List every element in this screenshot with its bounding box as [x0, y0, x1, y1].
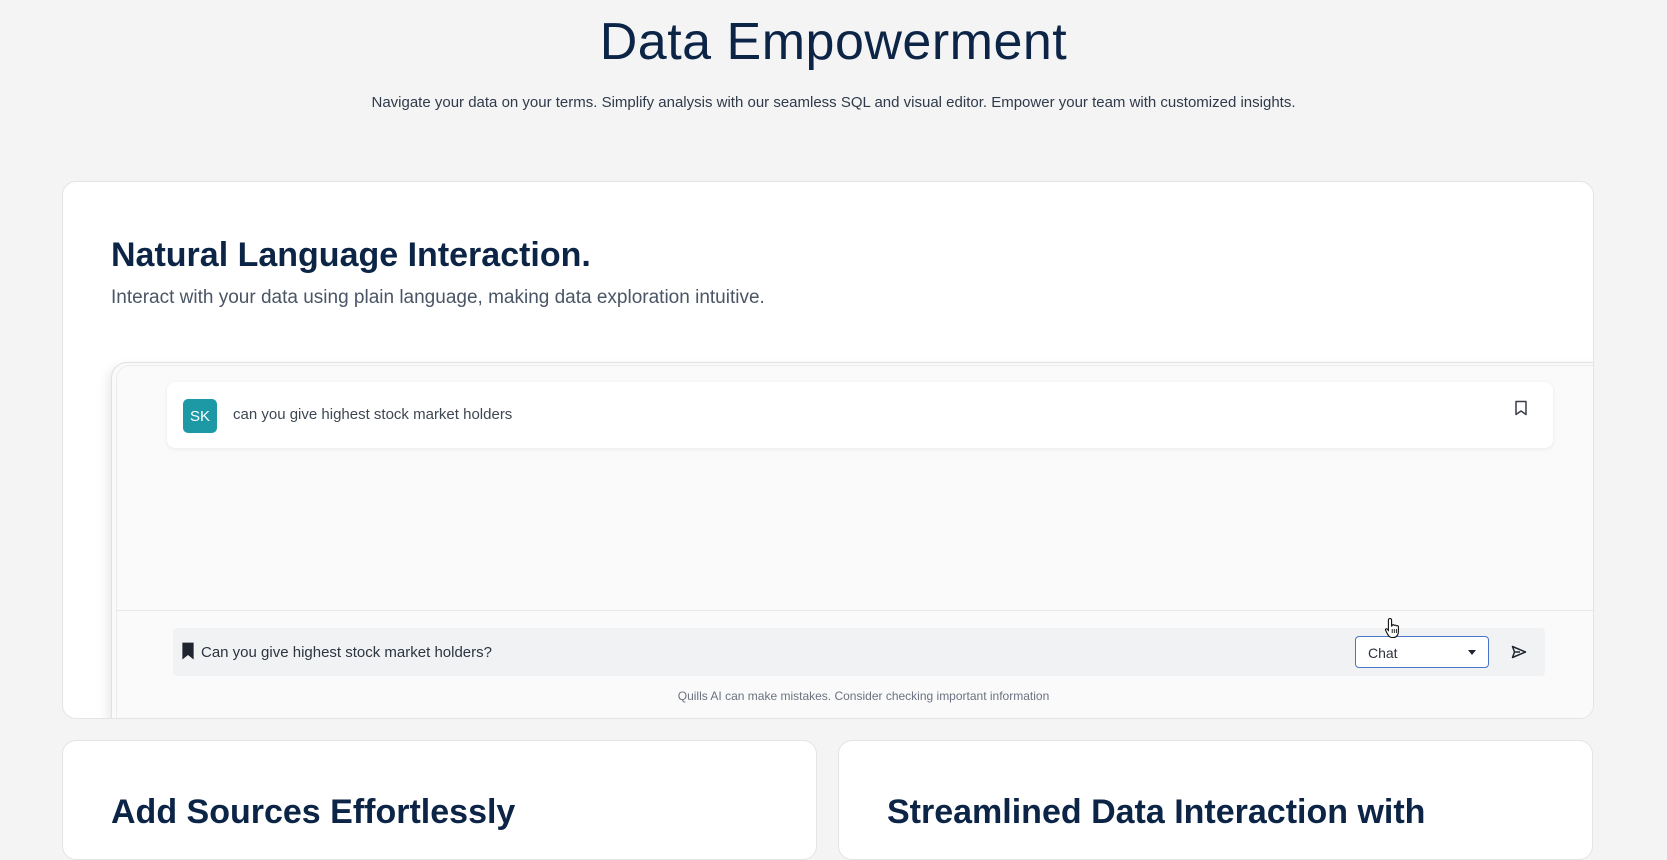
- page-title: Data Empowerment: [599, 13, 1068, 71]
- send-button[interactable]: [1507, 640, 1531, 664]
- add-sources-card: Add Sources Effortlessly: [62, 740, 817, 860]
- mode-dropdown[interactable]: Chat: [1355, 636, 1489, 668]
- chat-input-bar: Chat: [173, 628, 1545, 676]
- add-sources-title: Add Sources Effortlessly: [111, 793, 516, 831]
- user-message-text: can you give highest stock market holder…: [233, 406, 513, 423]
- bookmark-filled-icon[interactable]: [181, 642, 195, 660]
- page-subtitle: Navigate your data on your terms. Simpli…: [371, 94, 1296, 111]
- chat-demo-window: SK can you give highest stock market hol…: [111, 362, 1593, 718]
- user-message: SK can you give highest stock market hol…: [167, 382, 1553, 448]
- hand-pointer-cursor-icon: [1384, 617, 1399, 639]
- natural-language-feature-card: Natural Language Interaction. Interact w…: [62, 181, 1594, 719]
- send-icon: [1511, 645, 1527, 659]
- feature-title: Natural Language Interaction.: [111, 236, 591, 274]
- ai-disclaimer: Quills AI can make mistakes. Consider ch…: [677, 689, 1050, 703]
- mode-dropdown-value: Chat: [1368, 645, 1398, 661]
- chat-demo-panel: SK can you give highest stock market hol…: [116, 365, 1593, 718]
- avatar: SK: [183, 399, 217, 433]
- caret-down-icon: [1468, 650, 1476, 655]
- bookmark-outline-icon: [1515, 400, 1527, 416]
- streamlined-interaction-title: Streamlined Data Interaction with: [887, 793, 1426, 831]
- bookmark-message-button[interactable]: [1509, 396, 1533, 420]
- chat-input[interactable]: [201, 638, 1301, 666]
- input-divider: [117, 610, 1593, 611]
- streamlined-interaction-card: Streamlined Data Interaction with: [838, 740, 1593, 860]
- feature-subtitle: Interact with your data using plain lang…: [111, 287, 765, 308]
